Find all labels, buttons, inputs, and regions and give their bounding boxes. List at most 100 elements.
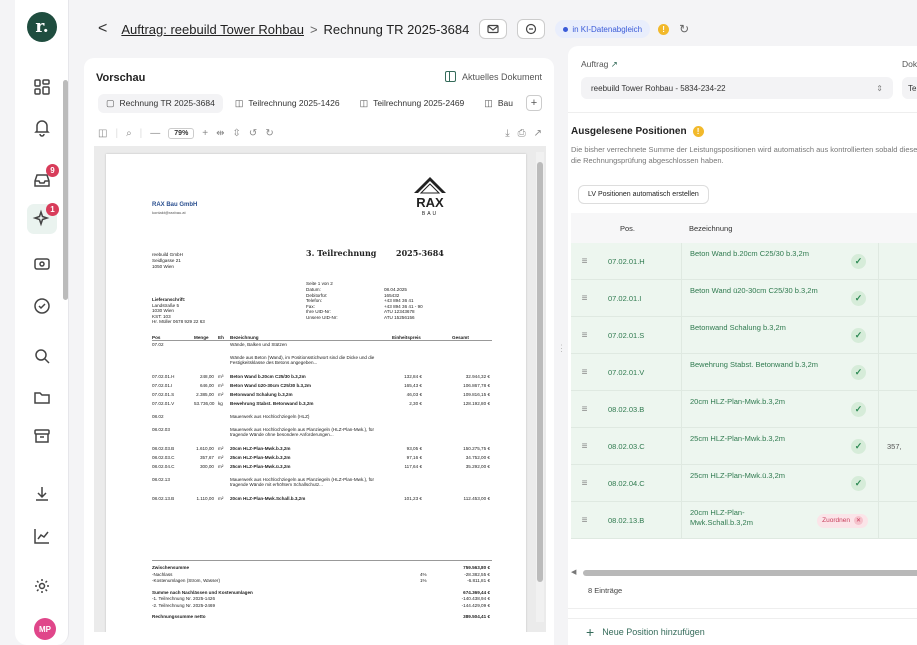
table-row[interactable]: ≡ 07.02.01.S Betonwand Schalung b.3,2m ✓ — [571, 316, 917, 354]
table-row[interactable]: ≡ 08.02.03.C 25cm HLZ-Plan-Mwk.b.3,2m ✓ 3… — [571, 427, 917, 465]
tab-teilrechnung-1426[interactable]: ◫ Teilrechnung 2025-1426 — [227, 94, 348, 113]
tab-rechnung[interactable]: ▢ Rechnung TR 2025-3684 — [98, 93, 223, 113]
invoice-cell: 46,03 € — [406, 392, 422, 397]
back-icon[interactable]: < — [98, 20, 107, 38]
pdf-viewer[interactable]: RAX Bau GmbH kontakt@raxbau.at RAX BAU r… — [94, 146, 546, 632]
breadcrumb-separator: > — [309, 21, 318, 37]
position-description[interactable]: Beton Wand ü20-30cm C25/30 b.3,2m ✓ — [681, 279, 879, 317]
table-hscrollbar[interactable]: ◀ — [571, 568, 917, 578]
archive-icon[interactable] — [27, 421, 57, 451]
position-description[interactable]: 20cm HLZ-Plan-Mwk.b.3,2m ✓ — [681, 390, 879, 428]
auftrag-select[interactable]: reebuild Tower Rohbau - 5834-234-22 ⇕ — [581, 77, 893, 99]
dok-select[interactable]: Te — [902, 77, 917, 99]
rotate-icon[interactable]: ↺ — [249, 128, 257, 139]
remove-icon[interactable]: ✕ — [854, 516, 863, 525]
avatar[interactable]: MP — [34, 618, 56, 640]
search-icon[interactable]: ⌕ — [126, 128, 132, 139]
bell-icon[interactable] — [27, 112, 57, 142]
drag-handle-icon[interactable]: ≡ — [571, 515, 598, 526]
add-tab-button[interactable]: + — [526, 95, 542, 111]
refresh-icon[interactable]: ↻ — [679, 22, 689, 36]
open-external-icon[interactable]: ↗ — [534, 128, 542, 139]
position-description[interactable]: 20cm HLZ-Plan-Mwk.Schall.b.3,2m Zuordnen ✕ — [681, 501, 879, 539]
fit-width-icon[interactable]: ⇹ — [216, 128, 224, 139]
table-row[interactable]: ≡ 08.02.13.B 20cm HLZ-Plan-Mwk.Schall.b.… — [571, 501, 917, 539]
position-number: 07.02.01.H — [608, 256, 645, 266]
assign-tag[interactable]: Zuordnen ✕ — [817, 513, 868, 528]
position-description[interactable]: Betonwand Schalung b.3,2m ✓ — [681, 316, 879, 354]
doc-number: 2025-3684 — [396, 248, 444, 258]
check-circle-icon[interactable] — [27, 291, 57, 321]
position-description-text: 25cm HLZ-Plan-Mwk.ü.3,2m — [690, 470, 786, 480]
table-header: Pos. Bezeichnung — [571, 213, 917, 243]
delivery-address: Lieferanschrift: Landstraße 5 1030 Wien KST… — [152, 297, 205, 325]
columns-icon: ◫ — [359, 97, 369, 108]
address-line: 1050 Wien — [152, 264, 174, 269]
invoice-cell: kg — [218, 401, 223, 406]
breadcrumb-link[interactable]: Auftrag: reebuild Tower Rohbau — [121, 22, 304, 37]
sparkle-icon[interactable]: 1 — [27, 203, 59, 234]
drag-handle-icon[interactable]: ≡ — [571, 404, 598, 415]
settings-icon[interactable] — [27, 571, 57, 601]
table-row[interactable]: ≡ 08.02.03.B 20cm HLZ-Plan-Mwk.b.3,2m ✓ — [571, 390, 917, 428]
company-name: RAX Bau GmbH — [152, 202, 198, 208]
document-scan-icon[interactable] — [27, 249, 57, 279]
mail-button[interactable] — [479, 19, 508, 39]
panel-resize-handle[interactable]: ⋮⋮ — [557, 343, 575, 357]
zoom-in-icon[interactable]: + — [202, 128, 208, 139]
drag-handle-icon[interactable]: ≡ — [571, 367, 598, 378]
chart-icon[interactable] — [27, 521, 57, 551]
pdf-scrollbar[interactable] — [536, 152, 544, 622]
check-icon: ✓ — [851, 475, 866, 491]
external-link-icon[interactable]: ↗ — [611, 59, 618, 69]
tab-bau[interactable]: ◫ Bau — [476, 94, 521, 113]
invoice-cell: 106.867,78 € — [463, 383, 490, 388]
position-number: 08.02.03.C — [608, 441, 645, 451]
download-icon[interactable]: ⤓ — [505, 128, 509, 139]
check-icon: ✓ — [851, 364, 866, 380]
position-description[interactable]: 25cm HLZ-Plan-Mwk.ü.3,2m ✓ — [681, 464, 879, 502]
dashboard-icon[interactable] — [27, 72, 57, 102]
invoice-line: 08.02.03 Mauerwerk aus Hochlochziegeln au… — [152, 426, 492, 445]
invoice-line: 08.02.13.B 1.110,00 m² 20cm HLZ-Plan-Mwk.Sc… — [152, 495, 492, 504]
sidebar-scrollbar[interactable] — [62, 68, 68, 568]
invoice-totals: Zwischensumme 759.563,80 € -Nachlass 4% -28.… — [152, 560, 492, 621]
folder-icon[interactable] — [27, 382, 57, 412]
sidebar-toggle-icon[interactable]: ◫ — [98, 128, 107, 139]
table-row[interactable]: ≡ 07.02.01.H Beton Wand b.20cm C25/30 b.… — [571, 242, 917, 280]
inbox-icon[interactable]: 9 — [27, 164, 59, 195]
table-row[interactable]: ≡ 07.02.01.V Bewehrung Stabst. Betonwand… — [571, 353, 917, 391]
logo-sub: BAU — [422, 211, 438, 217]
invoice-cell: 132,84 € — [404, 374, 422, 379]
col-bezeichnung[interactable]: Bezeichnung — [681, 224, 732, 233]
position-description[interactable]: 25cm HLZ-Plan-Mwk.b.3,2m ✓ — [681, 427, 879, 465]
table-row[interactable]: ≡ 08.02.04.C 25cm HLZ-Plan-Mwk.ü.3,2m ✓ — [571, 464, 917, 502]
comment-button[interactable] — [517, 19, 546, 39]
scroll-left-icon[interactable]: ◀ — [571, 568, 576, 576]
auto-create-lv-button[interactable]: LV Positionen automatisch erstellen — [578, 185, 709, 204]
drag-handle-icon[interactable]: ≡ — [571, 441, 598, 452]
download-icon[interactable] — [27, 479, 57, 509]
drag-handle-icon[interactable]: ≡ — [571, 256, 598, 267]
col-pos[interactable]: Pos. — [598, 224, 681, 233]
tab-teilrechnung-2469[interactable]: ◫ Teilrechnung 2025-2469 — [352, 94, 473, 113]
table-row[interactable]: ≡ 07.02.01.I Beton Wand ü20-30cm C25/30 … — [571, 279, 917, 317]
drag-handle-icon[interactable]: ≡ — [571, 478, 598, 489]
drag-handle-icon[interactable]: ≡ — [571, 330, 598, 341]
add-position-button[interactable]: + Neue Position hinzufügen — [568, 618, 917, 645]
position-description[interactable]: Bewehrung Stabst. Betonwand b.3,2m ✓ — [681, 353, 879, 391]
print-icon[interactable]: ⎙ — [518, 128, 526, 139]
total-cell: 759.563,80 € — [463, 565, 490, 570]
zoom-level[interactable]: 79% — [168, 127, 195, 139]
invoice-cell: 32.944,32 € — [465, 374, 490, 379]
fit-height-icon[interactable]: ⇳ — [233, 128, 241, 139]
rotate-right-icon[interactable]: ↻ — [265, 128, 273, 139]
drag-handle-icon[interactable]: ≡ — [571, 293, 598, 304]
position-description[interactable]: Beton Wand b.20cm C25/30 b.3,2m ✓ — [681, 242, 879, 280]
zoom-out-icon[interactable]: — — [150, 128, 160, 139]
preview-title: Vorschau — [96, 72, 146, 84]
app-logo[interactable]: r. — [27, 12, 57, 42]
current-document-toggle[interactable]: Aktuelles Dokument — [444, 71, 542, 82]
meta-values: 08.04.2025 165432 +43 894 36 41 +43 894 36 … — [384, 287, 423, 320]
search-icon[interactable] — [27, 341, 57, 371]
